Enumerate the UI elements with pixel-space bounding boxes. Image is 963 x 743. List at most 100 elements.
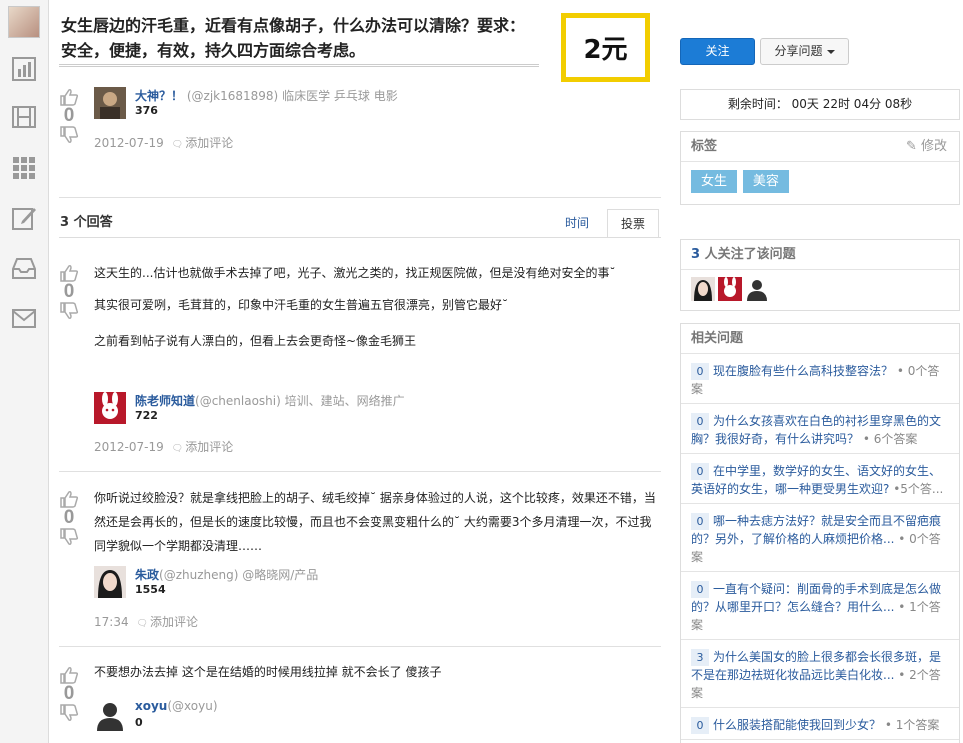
question-date: 2012-07-19 (94, 136, 164, 150)
answer-body: 这天生的...估计也就做手术去掉了吧，光子、激光之类的，找正规医院做，但是没有绝… (94, 261, 660, 353)
tag[interactable]: 美容 (742, 170, 789, 193)
answer-body: 你听说过绞脸没？就是拿线把脸上的胡子、绒毛绞掉˘ 据亲身体验过的人说，这个比较疼… (94, 486, 660, 558)
follower-avatar[interactable] (691, 277, 715, 301)
related-question[interactable]: 0 一直有个疑问：削面骨的手术到底是怎么做的？从哪里开口？怎么缝合？用什么... … (681, 572, 959, 640)
related-count: 3 (691, 649, 709, 666)
author-handle: (@chenlaoshi) (195, 394, 281, 408)
follow-button[interactable]: 关注 (680, 38, 755, 65)
default-avatar-icon[interactable] (745, 277, 769, 301)
author-avatar[interactable] (94, 566, 126, 598)
tags-title-text: 标签 (691, 139, 718, 154)
author-line: xoyu(@xoyu) (135, 699, 218, 713)
related-answers: • 1个答案 (881, 718, 940, 732)
related-count: 0 (691, 463, 709, 480)
author-name[interactable]: 朱政 (135, 568, 159, 582)
related-question[interactable]: 0 为什么女孩喜欢在白色的衬衫里穿黑色的文胸？我很好奇，有什么讲究吗？ • 6个答… (681, 404, 959, 454)
author-avatar[interactable] (94, 87, 126, 119)
share-button-label: 分享问题 (774, 44, 823, 58)
thumbs-up-icon[interactable] (59, 264, 79, 282)
thumbs-down-icon[interactable] (59, 704, 79, 722)
follower-avatar[interactable] (718, 277, 742, 301)
author-tags: @略晓网/产品 (242, 568, 319, 582)
author-handle: (@zjk1681898) (186, 89, 279, 103)
author-avatar[interactable] (94, 392, 126, 424)
mail-icon[interactable] (10, 304, 38, 332)
related-title: 相关问题 (681, 324, 959, 354)
divider (59, 646, 661, 647)
thumbs-down-icon[interactable] (59, 528, 79, 546)
followers-count[interactable]: 3 (691, 247, 700, 262)
edit-icon[interactable] (10, 204, 38, 232)
related-box: 相关问题 0 现在腹脸有些什么高科技整容法？ • 0个答案 0 为什么女孩喜欢在白色… (680, 323, 960, 743)
add-comment-link[interactable]: 添加评论 (172, 440, 233, 454)
thumbs-up-icon[interactable] (59, 666, 79, 684)
tab-time[interactable]: 时间 (555, 209, 599, 238)
answer-vote: 0 (58, 666, 80, 722)
author-handle: (@xoyu) (167, 699, 218, 713)
author-name[interactable]: 陈老师知道 (135, 394, 195, 408)
chevron-down-icon (826, 49, 835, 54)
related-answers: •5个答... (889, 482, 944, 496)
default-avatar-icon[interactable] (94, 699, 126, 731)
followers-label: 人关注了该问题 (700, 247, 796, 262)
answer-paragraph: 其实很可爱咧，毛茸茸的，印象中汗毛重的女生普遍五官很漂亮，别管它最好˘ (94, 298, 509, 312)
follower-avatars (681, 270, 959, 310)
author-name[interactable]: xoyu (135, 699, 167, 713)
share-button[interactable]: 分享问题 (760, 38, 849, 65)
author-tags: 培训、建站、网络推广 (284, 394, 405, 408)
author-handle: (@zhuzheng) (159, 568, 239, 582)
question-title: 女生唇边的汗毛重，近看有点像胡子，什么办法可以清除？要求：安全，便捷，有效，持久… (61, 16, 526, 60)
left-nav (0, 0, 49, 743)
question-main: 女生唇边的汗毛重，近看有点像胡子，什么办法可以清除？要求：安全，便捷，有效，持久… (49, 0, 671, 743)
thumbs-down-icon[interactable] (59, 302, 79, 320)
bounty-badge: 2元 (561, 13, 650, 82)
answer-meta: 17:34 添加评论 (94, 613, 198, 630)
answer-meta: 2012-07-19 添加评论 (94, 438, 233, 455)
answer-vote-count: 0 (63, 281, 75, 302)
thumbs-down-icon[interactable] (59, 126, 79, 144)
related-question[interactable]: 0 现在腹脸有些什么高科技整容法？ • 0个答案 (681, 354, 959, 404)
related-question[interactable]: 3 为什么美国女的脸上很多都会长很多斑，是不是在那边祛斑化妆品远比美白化妆... … (681, 640, 959, 708)
author-rep: 376 (135, 104, 158, 117)
answer-body: 不要想办法去掉 这个是在结婚的时候用线拉掉 就不会长了 傻孩子 (94, 660, 660, 684)
related-text: 现在腹脸有些什么高科技整容法？ (713, 364, 894, 378)
answer-vote-count: 0 (63, 683, 75, 704)
author-name[interactable]: 大神？！ (135, 89, 183, 103)
edit-tags-link[interactable]: ✎ 修改 (906, 132, 947, 162)
author-rep: 0 (135, 716, 143, 729)
inbox-icon[interactable] (10, 254, 38, 282)
related-question[interactable]: 0 什么服装搭配能使我回到少女？ • 1个答案 (681, 708, 959, 740)
related-question[interactable]: 0 哪一种去痣方法好？就是安全而且不留疤痕的？另外，了解价格的人麻烦把价格... … (681, 504, 959, 572)
sidebar: 关注 分享问题 剩余时间： 00天 22时 04分 08秒 标签 ✎ 修改 女生 … (680, 0, 960, 743)
related-count: 0 (691, 413, 709, 430)
author-line: 朱政(@zhuzheng) @略晓网/产品 (135, 566, 318, 583)
thumbs-up-icon[interactable] (59, 490, 79, 508)
tag[interactable]: 女生 (691, 170, 738, 193)
answer-paragraph: 之前看到帖子说有人漂白的，但看上去会更奇怪~像金毛狮王 (94, 334, 417, 348)
answer-vote: 0 (58, 490, 80, 546)
author-rep: 722 (135, 409, 158, 422)
user-avatar[interactable] (8, 6, 40, 38)
question-meta: 2012-07-19 添加评论 (94, 134, 233, 151)
film-icon[interactable] (10, 103, 38, 131)
divider (59, 197, 661, 198)
answer-paragraph: 不要想办法去掉 这个是在结婚的时候用线拉掉 就不会长了 傻孩子 (94, 665, 442, 679)
related-count: 0 (691, 581, 709, 598)
related-count: 0 (691, 513, 709, 530)
chart-icon[interactable] (10, 55, 38, 83)
related-answers: • 6个答案 (859, 432, 918, 446)
add-comment-link[interactable]: 添加评论 (137, 615, 198, 629)
followers-title: 3 人关注了该问题 (681, 240, 959, 270)
tab-vote[interactable]: 投票 (607, 209, 659, 238)
tag-list: 女生 美容 (681, 162, 959, 204)
edit-label: 修改 (920, 139, 947, 154)
question-vote: 0 (58, 88, 80, 144)
author-line: 大神？！ (@zjk1681898) 临床医学 乒乓球 电影 (135, 87, 398, 104)
thumbs-up-icon[interactable] (59, 88, 79, 106)
answer-vote: 0 (58, 264, 80, 320)
add-comment-link[interactable]: 添加评论 (172, 136, 233, 150)
related-question[interactable]: 0 在中学里，数学好的女生、语文好的女生、英语好的女生，哪一种更受男生欢迎? •5… (681, 454, 959, 504)
grid-icon[interactable] (10, 154, 38, 182)
bounty-amount: 2元 (566, 18, 645, 77)
pencil-icon: ✎ (905, 139, 917, 154)
